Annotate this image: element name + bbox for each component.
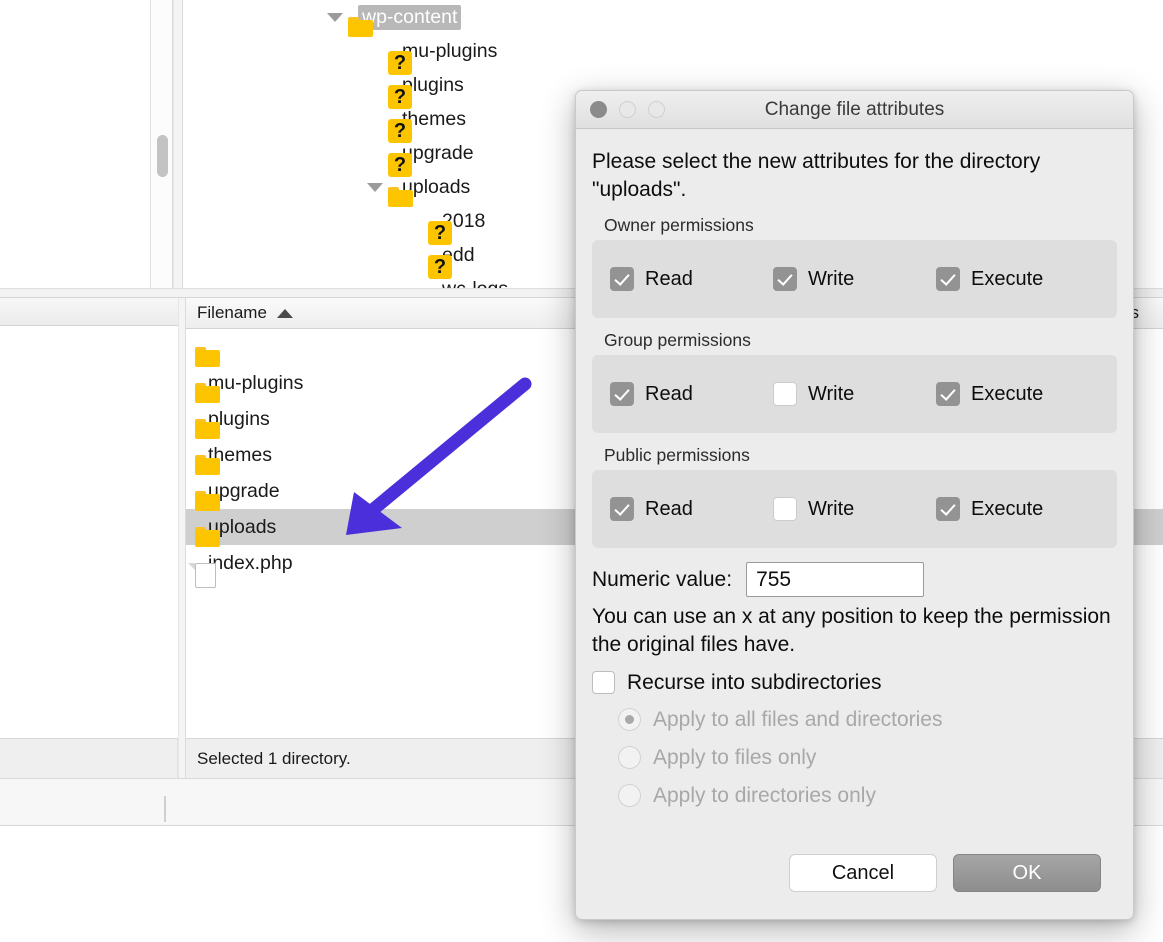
dialog-title: Change file attributes [764,98,945,120]
queue-splitter-handle[interactable] [164,796,166,822]
ok-button[interactable]: OK [953,854,1101,892]
permission-group-box: Read Write Execute [592,470,1117,549]
permission-groups: Owner permissions Read Write Execute Group p… [592,215,1117,549]
change-file-attributes-dialog: Change file attributes Please select the… [575,90,1134,920]
checkbox-write[interactable] [773,497,797,522]
permission-group: Owner permissions Read Write Execute [592,215,1117,319]
permission-checkbox-item[interactable]: Write [773,382,936,407]
numeric-value-input[interactable]: 755 [746,562,925,598]
checkbox-execute[interactable] [936,267,960,292]
permission-checkbox-item[interactable]: Read [610,382,773,407]
radio-button[interactable] [618,708,641,732]
recurse-option[interactable]: Apply to directories only [618,777,1117,815]
permission-group-box: Read Write Execute [592,240,1117,319]
recurse-checkbox-row[interactable]: Recurse into subdirectories [592,671,1117,695]
local-tree-pane [0,0,151,288]
permission-group-label: Group permissions [604,330,751,351]
local-status-bar [0,738,178,778]
permission-checkbox-item[interactable]: Execute [936,267,1099,292]
checkbox-read[interactable] [610,267,634,292]
triangle-down-icon[interactable] [324,6,346,28]
permission-group-label: Public permissions [604,445,750,466]
recurse-option-label: Apply to files only [653,745,817,769]
permission-group: Group permissions Read Write Execute [592,330,1117,434]
radio-button[interactable] [618,784,641,808]
selection-status-text: Selected 1 directory. [197,748,351,768]
ok-button-label: OK [1012,861,1042,884]
local-tree-scrollbar-thumb[interactable] [157,135,168,177]
checkbox-label: Read [645,382,693,405]
permission-group-label: Owner permissions [604,215,754,236]
file-name-cell: mu-plugins [208,371,304,394]
permission-checkbox-item[interactable]: Read [610,267,773,292]
recurse-option[interactable]: Apply to all files and directories [618,701,1117,739]
tree-item-label: mu-plugins [402,39,498,62]
checkbox-read[interactable] [610,497,634,522]
permission-checkbox-item[interactable]: Execute [936,497,1099,522]
checkbox-read[interactable] [610,382,634,407]
recurse-checkbox[interactable] [592,671,615,695]
tree-item-label: wp-content [358,4,462,30]
triangle-down-icon[interactable] [364,176,386,198]
local-file-list-pane [0,298,178,738]
dialog-titlebar[interactable]: Change file attributes [576,91,1133,129]
recurse-option-label: Apply to directories only [653,783,876,807]
vertical-splitter-bottom[interactable] [178,298,186,778]
cancel-button-label: Cancel [831,861,895,884]
recurse-option[interactable]: Apply to files only [618,739,1117,777]
permission-group: Public permissions Read Write Execute [592,445,1117,549]
checkbox-label: Write [808,267,855,290]
checkbox-label: Execute [971,382,1044,405]
recurse-option-label: Apply to all files and directories [653,707,943,731]
tree-item[interactable]: ? mu-plugins [184,34,1163,75]
checkbox-label: Execute [971,267,1044,290]
local-file-list-header [0,298,178,326]
permission-checkbox-item[interactable]: Write [773,267,936,292]
numeric-hint-text: You can use an x at any position to keep… [592,605,1111,657]
numeric-value-text: 755 [756,567,792,591]
checkbox-label: Execute [971,497,1044,520]
checkbox-write[interactable] [773,382,797,407]
checkbox-write[interactable] [773,267,797,292]
screenshot-root: wp-content? mu-plugins? plugins? themes? upg… [0,0,1163,942]
column-filename-label: Filename [197,303,267,322]
recurse-label: Recurse into subdirectories [627,670,882,694]
numeric-value-label: Numeric value: [592,567,733,591]
caret-up-icon [276,308,293,318]
checkbox-label: Read [645,267,693,290]
file-name-cell: index.php [208,551,293,574]
local-file-list-body [0,326,178,738]
dialog-prompt: Please select the new attributes for the… [592,150,1041,201]
column-filename[interactable]: Filename [186,303,293,323]
permission-checkbox-item[interactable]: Execute [936,382,1099,407]
dialog-footer: Cancel OK [576,827,1133,919]
checkbox-execute[interactable] [936,382,960,407]
recurse-options-group: Apply to all files and directories Apply … [592,701,1117,815]
radio-button[interactable] [618,746,641,770]
dialog-body: Please select the new attributes for the… [576,129,1133,815]
checkbox-label: Write [808,497,855,520]
checkbox-label: Write [808,382,855,405]
cancel-button[interactable]: Cancel [789,854,937,892]
permission-group-box: Read Write Execute [592,355,1117,434]
numeric-value-row: Numeric value: 755 [592,562,1117,598]
tree-item[interactable]: wp-content [184,0,1163,37]
checkbox-label: Read [645,497,693,520]
permission-checkbox-item[interactable]: Read [610,497,773,522]
checkbox-execute[interactable] [936,497,960,522]
permission-checkbox-item[interactable]: Write [773,497,936,522]
vertical-splitter-top[interactable] [173,0,183,288]
